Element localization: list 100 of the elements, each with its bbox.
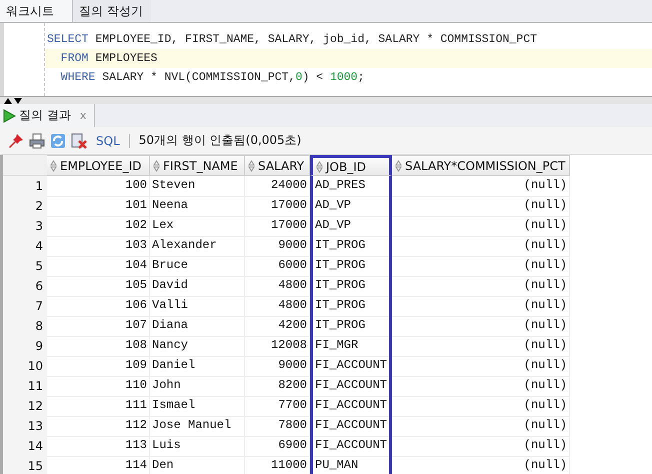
row-number: 14 — [3, 436, 47, 457]
table-cell: 4800 — [245, 296, 310, 317]
table-cell: Diana — [150, 316, 245, 337]
table-cell: FI_ACCOUNT — [310, 376, 392, 397]
table-cell: (null) — [392, 376, 570, 397]
table-cell: 114 — [47, 456, 150, 474]
table-cell: 109 — [47, 356, 150, 377]
table-cell: 4200 — [245, 316, 310, 337]
pin-icon[interactable] — [8, 132, 24, 148]
printer-icon[interactable] — [29, 132, 45, 148]
sort-icon — [50, 160, 57, 172]
table-cell: 113 — [47, 436, 150, 457]
header-label: FIRST_NAME — [163, 158, 238, 172]
table-cell: IT_PROG — [310, 296, 392, 317]
sql-line: SELECT EMPLOYEE_ID, FIRST_NAME, SALARY, job_id, SALARY * COMMISSION_PCT — [46, 32, 538, 48]
table-cell: Daniel — [150, 356, 245, 377]
row-number: 9 — [3, 336, 47, 357]
table-cell: FI_ACCOUNT — [310, 356, 392, 377]
row-number: 13 — [3, 416, 47, 437]
table-cell: PU_MAN — [310, 456, 392, 474]
sql-line: WHERE SALARY * NVL(COMMISSION_PCT,0) < 1000; — [60, 70, 366, 86]
table-cell: 103 — [47, 236, 150, 257]
fetch-status: 50개의 행이 인출됨(0,005초) — [138, 132, 302, 149]
table-cell: IT_PROG — [310, 316, 392, 337]
tab-label: 질의 결과 — [19, 107, 71, 124]
table-cell: (null) — [392, 456, 570, 474]
table-cell: Jose Manuel — [150, 416, 245, 437]
row-number: 15 — [3, 456, 47, 474]
row-number: 10 — [3, 356, 47, 377]
table-cell: (null) — [392, 256, 570, 277]
row-number: 12 — [3, 396, 47, 417]
table-cell: (null) — [392, 316, 570, 337]
table-cell: Valli — [150, 296, 245, 317]
table-cell: 110 — [47, 376, 150, 397]
header-label: SALARY — [258, 158, 304, 172]
sort-icon — [316, 160, 323, 172]
table-cell: FI_ACCOUNT — [310, 396, 392, 417]
column-header[interactable]: SALARY — [245, 155, 310, 176]
table-cell: (null) — [392, 396, 570, 417]
run-icon — [3, 108, 16, 122]
delete-document-icon[interactable] — [71, 132, 87, 148]
row-number: 11 — [3, 376, 47, 397]
table-cell: AD_VP — [310, 196, 392, 217]
table-cell: IT_PROG — [310, 276, 392, 297]
sort-icon — [395, 160, 402, 172]
row-number: 4 — [3, 236, 47, 257]
table-cell: (null) — [392, 356, 570, 377]
row-number: 5 — [3, 256, 47, 277]
table-cell: Steven — [150, 176, 245, 197]
table-cell: 7700 — [245, 396, 310, 417]
table-cell: Lex — [150, 216, 245, 237]
row-number: 3 — [3, 216, 47, 237]
table-cell: 24000 — [245, 176, 310, 197]
sql-link[interactable]: SQL — [96, 134, 120, 148]
table-cell: 17000 — [245, 216, 310, 237]
table-cell: 4800 — [245, 276, 310, 297]
table-cell: 12008 — [245, 336, 310, 357]
header-label: SALARY*COMMISSION_PCT — [405, 158, 566, 172]
row-number: 6 — [3, 276, 47, 297]
table-cell: Ismael — [150, 396, 245, 417]
column-header[interactable]: SALARY*COMMISSION_PCT — [392, 155, 570, 176]
sort-icon — [153, 160, 160, 172]
query-result-tab[interactable]: 질의 결과 x — [0, 104, 96, 127]
table-cell: FI_MGR — [310, 336, 392, 357]
row-number: 1 — [3, 176, 47, 197]
table-cell: Luis — [150, 436, 245, 457]
table-cell: AD_VP — [310, 216, 392, 237]
worksheet-tab[interactable]: 질의 작성기 — [73, 0, 151, 22]
table-cell: 6000 — [245, 256, 310, 277]
header-label: JOB_ID — [326, 160, 366, 174]
table-cell: 107 — [47, 316, 150, 337]
table-cell: (null) — [392, 236, 570, 257]
column-header[interactable]: FIRST_NAME — [150, 155, 245, 176]
table-cell: 105 — [47, 276, 150, 297]
column-header[interactable]: JOB_ID — [310, 155, 392, 176]
table-cell: 112 — [47, 416, 150, 437]
table-cell: 102 — [47, 216, 150, 237]
table-cell: 108 — [47, 336, 150, 357]
table-cell: 100 — [47, 176, 150, 197]
table-cell: 17000 — [245, 196, 310, 217]
worksheet-tab[interactable]: 워크시트 — [0, 0, 73, 22]
table-cell: 111 — [47, 396, 150, 417]
table-cell: (null) — [392, 216, 570, 237]
table-cell: Den — [150, 456, 245, 474]
table-cell: (null) — [392, 336, 570, 357]
collapse-arrows-icon[interactable] — [4, 98, 22, 104]
table-cell: Neena — [150, 196, 245, 217]
table-cell: Alexander — [150, 236, 245, 257]
table-cell: 106 — [47, 296, 150, 317]
table-cell: 104 — [47, 256, 150, 277]
table-cell: 7800 — [245, 416, 310, 437]
table-cell: 101 — [47, 196, 150, 217]
table-cell: FI_ACCOUNT — [310, 416, 392, 437]
header-label: EMPLOYEE_ID — [60, 158, 142, 172]
table-cell: Nancy — [150, 336, 245, 357]
row-number: 8 — [3, 316, 47, 337]
table-cell: (null) — [392, 176, 570, 197]
column-header[interactable]: EMPLOYEE_ID — [47, 155, 150, 176]
table-cell: (null) — [392, 416, 570, 437]
table-cell: (null) — [392, 436, 570, 457]
